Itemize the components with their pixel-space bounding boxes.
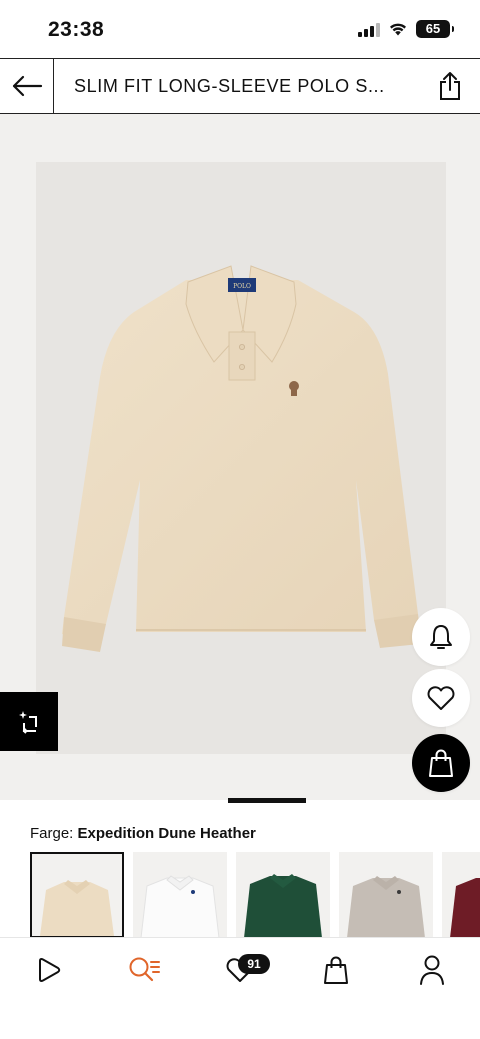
swatch-burgundy[interactable] [442,852,480,938]
heart-icon [427,686,455,710]
status-time: 23:38 [48,18,105,41]
back-button[interactable] [0,59,54,113]
battery-indicator: 65 [416,20,454,38]
wishlist-count-badge: 91 [238,954,270,974]
nav-home[interactable] [24,950,72,990]
polo-shirt-illustration: POLO [62,265,420,652]
share-button[interactable] [420,59,480,113]
color-selector-label: Farge: Expedition Dune Heather [30,825,256,842]
swatch-white[interactable] [133,852,227,938]
person-icon [420,955,444,985]
bell-icon [430,625,452,649]
swatch-green[interactable] [236,852,330,938]
notify-button[interactable] [412,608,470,666]
status-bar: 23:38 65 [0,0,480,58]
logo-label: POLO [233,283,251,290]
arrow-left-icon [12,75,42,97]
nav-bag[interactable] [312,950,360,990]
gallery-pager-indicator [228,798,306,803]
search-icon [129,957,160,982]
bottom-navigation: 91 [0,937,480,1039]
swatch-shirt-image [40,880,114,936]
swatch-expedition-dune-heather[interactable] [30,852,124,938]
wifi-icon [390,23,406,36]
nav-account[interactable] [408,950,456,990]
share-icon [440,72,460,100]
swatch-shirt-image [347,876,425,938]
shopping-bag-icon [429,749,453,777]
swatch-shirt-image [244,874,322,938]
compare-icon [19,710,37,734]
color-value: Expedition Dune Heather [77,825,256,842]
swatch-shirt-image [450,878,480,938]
swatch-shirt-image [140,875,220,938]
color-swatches [30,852,480,938]
product-image[interactable]: POLO [36,162,446,754]
compare-button[interactable] [0,692,58,751]
wishlist-button[interactable] [412,669,470,727]
play-icon [39,958,61,982]
add-to-bag-button[interactable] [412,734,470,792]
status-icons: 65 [358,20,454,38]
nav-search[interactable] [120,950,168,990]
page-title: SLIM FIT LONG-SLEEVE POLO S... [74,75,385,96]
shopping-bag-icon [324,956,348,984]
product-gallery[interactable]: POLO [0,114,480,800]
signal-icon [358,21,380,37]
swatch-grey-heather[interactable] [339,852,433,938]
nav-wishlist[interactable]: 91 [216,950,270,990]
product-header: SLIM FIT LONG-SLEEVE POLO S... [0,58,480,114]
color-label: Farge: [30,825,74,842]
